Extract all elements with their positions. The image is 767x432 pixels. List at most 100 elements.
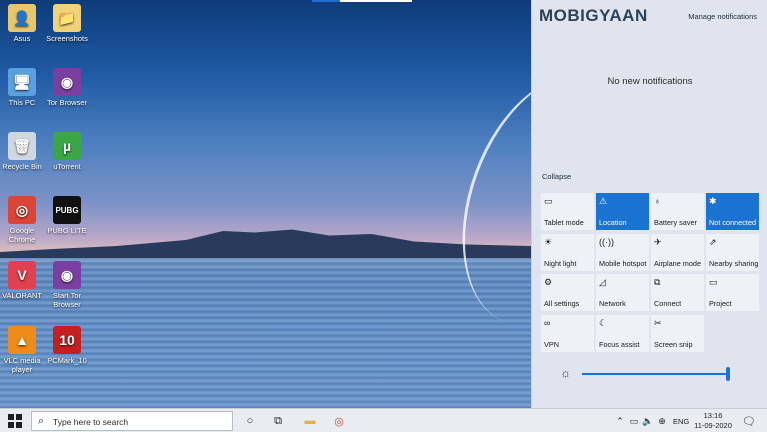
quick-action-tile[interactable]: ((·)) Mobile hotspot bbox=[596, 233, 649, 271]
desktop-icon-label: Screenshots bbox=[46, 34, 88, 43]
quick-action-label: Night light bbox=[544, 258, 577, 268]
quick-action-label: Connect bbox=[654, 299, 682, 308]
quick-action-icon: ((·)) bbox=[599, 236, 614, 247]
brightness-icon: ☼ bbox=[560, 366, 571, 380]
brightness-slider-track[interactable] bbox=[582, 373, 728, 375]
action-center: MOBIGYAAN Manage notifications No new no… bbox=[531, 0, 767, 408]
desktop-icon[interactable]: ◎ Google Chrome bbox=[0, 196, 44, 244]
quick-action-label: Battery saver bbox=[654, 218, 697, 227]
manage-notifications-link[interactable]: Manage notifications bbox=[688, 12, 757, 21]
search-icon: ⌕ bbox=[38, 415, 45, 427]
quick-action-tile[interactable]: ▭ Tablet mode bbox=[541, 193, 594, 230]
desktop-icon-image: 📁 bbox=[53, 4, 81, 32]
quick-action-tile[interactable]: ☾ Focus assist bbox=[596, 314, 649, 352]
network-icon[interactable]: ⊕ bbox=[654, 413, 670, 429]
quick-action-icon: ⧉ bbox=[654, 277, 661, 287]
file-explorer-icon[interactable]: ▬ bbox=[302, 413, 318, 429]
taskbar-clock[interactable]: 13:16 11-09-2020 bbox=[694, 411, 732, 431]
quick-action-icon: ✱ bbox=[709, 196, 717, 206]
quick-action-label: Airplane mode bbox=[654, 258, 702, 268]
search-placeholder: Type here to search bbox=[53, 417, 129, 427]
quick-action-icon: ✂ bbox=[654, 317, 662, 328]
desktop-icon-image: ◉ bbox=[53, 68, 81, 96]
desktop-icon-label: Google Chrome bbox=[8, 226, 36, 244]
desktop-icon-image: PUBG bbox=[53, 196, 81, 224]
desktop-icon[interactable]: ◉ Start Tor Browser bbox=[45, 261, 89, 309]
quick-action-label: Not connected bbox=[709, 218, 757, 227]
desktop-icon-label: Start Tor Browser bbox=[52, 291, 82, 309]
desktop-icon-image: ◉ bbox=[53, 261, 81, 289]
quick-action-tile[interactable]: ⚠ Location bbox=[596, 193, 649, 230]
chrome-taskbar-icon[interactable]: ◎ bbox=[331, 413, 347, 429]
language-indicator[interactable]: ENG bbox=[673, 417, 689, 426]
desktop-icon[interactable]: 10 PCMark_10 bbox=[45, 326, 89, 365]
quick-actions-grid: ▭ Tablet mode ⚠ Location ♁ Battery saver ✱ Not … bbox=[541, 193, 760, 352]
quick-action-label: Network bbox=[599, 299, 626, 308]
quick-action-icon: ☀ bbox=[544, 236, 553, 247]
clock-date: 11-09-2020 bbox=[694, 421, 732, 430]
quick-action-tile[interactable]: ♁ Battery saver bbox=[651, 193, 704, 230]
quick-action-icon: ✈ bbox=[654, 236, 662, 247]
desktop-icon-label: This PC bbox=[8, 98, 36, 107]
quick-action-icon: ⇗ bbox=[709, 236, 717, 247]
desktop-icon[interactable]: ▲ VLC media player bbox=[0, 326, 44, 374]
quick-action-icon: ▭ bbox=[544, 196, 553, 206]
desktop-icon[interactable]: 🖥 This PC bbox=[0, 68, 44, 107]
desktop-icon[interactable]: µ uTorrent bbox=[45, 132, 89, 171]
quick-action-tile[interactable]: ◿ Network bbox=[596, 274, 649, 311]
quick-action-icon: ⚙ bbox=[544, 277, 553, 287]
quick-action-label: Tablet mode bbox=[544, 218, 584, 227]
desktop-icon-image: µ bbox=[53, 132, 81, 160]
quick-action-icon: ♁ bbox=[654, 196, 661, 206]
start-button[interactable] bbox=[8, 414, 22, 428]
quick-action-tile[interactable]: ▭ Project bbox=[706, 274, 759, 311]
desktop-icon-image: 10 bbox=[53, 326, 81, 354]
quick-action-label: Mobile hotspot bbox=[599, 258, 647, 268]
quick-action-tile[interactable]: ✱ Not connected bbox=[706, 193, 759, 230]
desktop-icon[interactable]: V VALORANT bbox=[0, 261, 44, 300]
notifications-icon[interactable]: 🗨 bbox=[741, 413, 757, 429]
desktop-icon-image: 🗑 bbox=[8, 132, 36, 160]
quick-action-tile[interactable]: ✈ Airplane mode bbox=[651, 233, 704, 271]
desktop-icon-label: Recycle Bin bbox=[2, 162, 42, 171]
quick-action-tile[interactable]: ✂ Screen snip bbox=[651, 314, 704, 352]
quick-action-tile[interactable]: ∞ VPN bbox=[541, 314, 594, 352]
taskbar-search[interactable]: ⌕ Type here to search bbox=[31, 411, 233, 431]
quick-action-icon: ▭ bbox=[709, 277, 718, 287]
quick-action-label: Screen snip bbox=[654, 339, 693, 349]
brightness-slider-thumb[interactable] bbox=[726, 367, 730, 381]
quick-action-label: Nearby sharing bbox=[709, 258, 759, 268]
quick-action-tile[interactable]: ⇗ Nearby sharing bbox=[706, 233, 759, 271]
quick-action-icon: ◿ bbox=[599, 277, 606, 287]
quick-action-tile[interactable]: ⚙ All settings bbox=[541, 274, 594, 311]
quick-action-icon: ☾ bbox=[599, 317, 608, 328]
desktop-icon-image: ▲ bbox=[8, 326, 36, 354]
clock-time: 13:16 bbox=[703, 411, 723, 420]
desktop-icon-label: Tor Browser bbox=[46, 98, 87, 107]
desktop-icon-label: VLC media player bbox=[3, 356, 41, 374]
desktop-icon-label: PCMark_10 bbox=[47, 356, 87, 365]
desktop-icon[interactable]: PUBG PUBG LITE bbox=[45, 196, 89, 235]
quick-action-icon: ⚠ bbox=[599, 196, 608, 206]
desktop-icon[interactable]: 👤 Asus bbox=[0, 4, 44, 43]
desktop-icon-label: Asus bbox=[13, 34, 31, 43]
task-view-icon[interactable]: ⧉ bbox=[270, 413, 286, 429]
collapse-link[interactable]: Collapse bbox=[542, 172, 571, 181]
no-notifications-text: No new notifications bbox=[607, 76, 693, 87]
desktop-icon-image: 🖥 bbox=[8, 68, 36, 96]
quick-action-label: VPN bbox=[544, 339, 560, 349]
brightness-control: ☼ bbox=[560, 366, 760, 382]
quick-action-label: All settings bbox=[544, 299, 580, 308]
desktop-icon-label: uTorrent bbox=[53, 162, 81, 171]
quick-action-label: Focus assist bbox=[599, 339, 640, 349]
desktop-icon-label: VALORANT bbox=[2, 291, 42, 300]
cortana-icon[interactable]: ○ bbox=[242, 413, 258, 429]
desktop-icon[interactable]: ◉ Tor Browser bbox=[45, 68, 89, 107]
quick-action-tile[interactable]: ☀ Night light bbox=[541, 233, 594, 271]
quick-action-label: Project bbox=[709, 299, 732, 308]
quick-action-tile[interactable]: ⧉ Connect bbox=[651, 274, 704, 311]
desktop-icon[interactable]: 🗑 Recycle Bin bbox=[0, 132, 44, 171]
quick-action-icon: ∞ bbox=[544, 317, 551, 328]
window-edge-accent bbox=[312, 0, 340, 2]
desktop-icon[interactable]: 📁 Screenshots bbox=[45, 4, 89, 43]
